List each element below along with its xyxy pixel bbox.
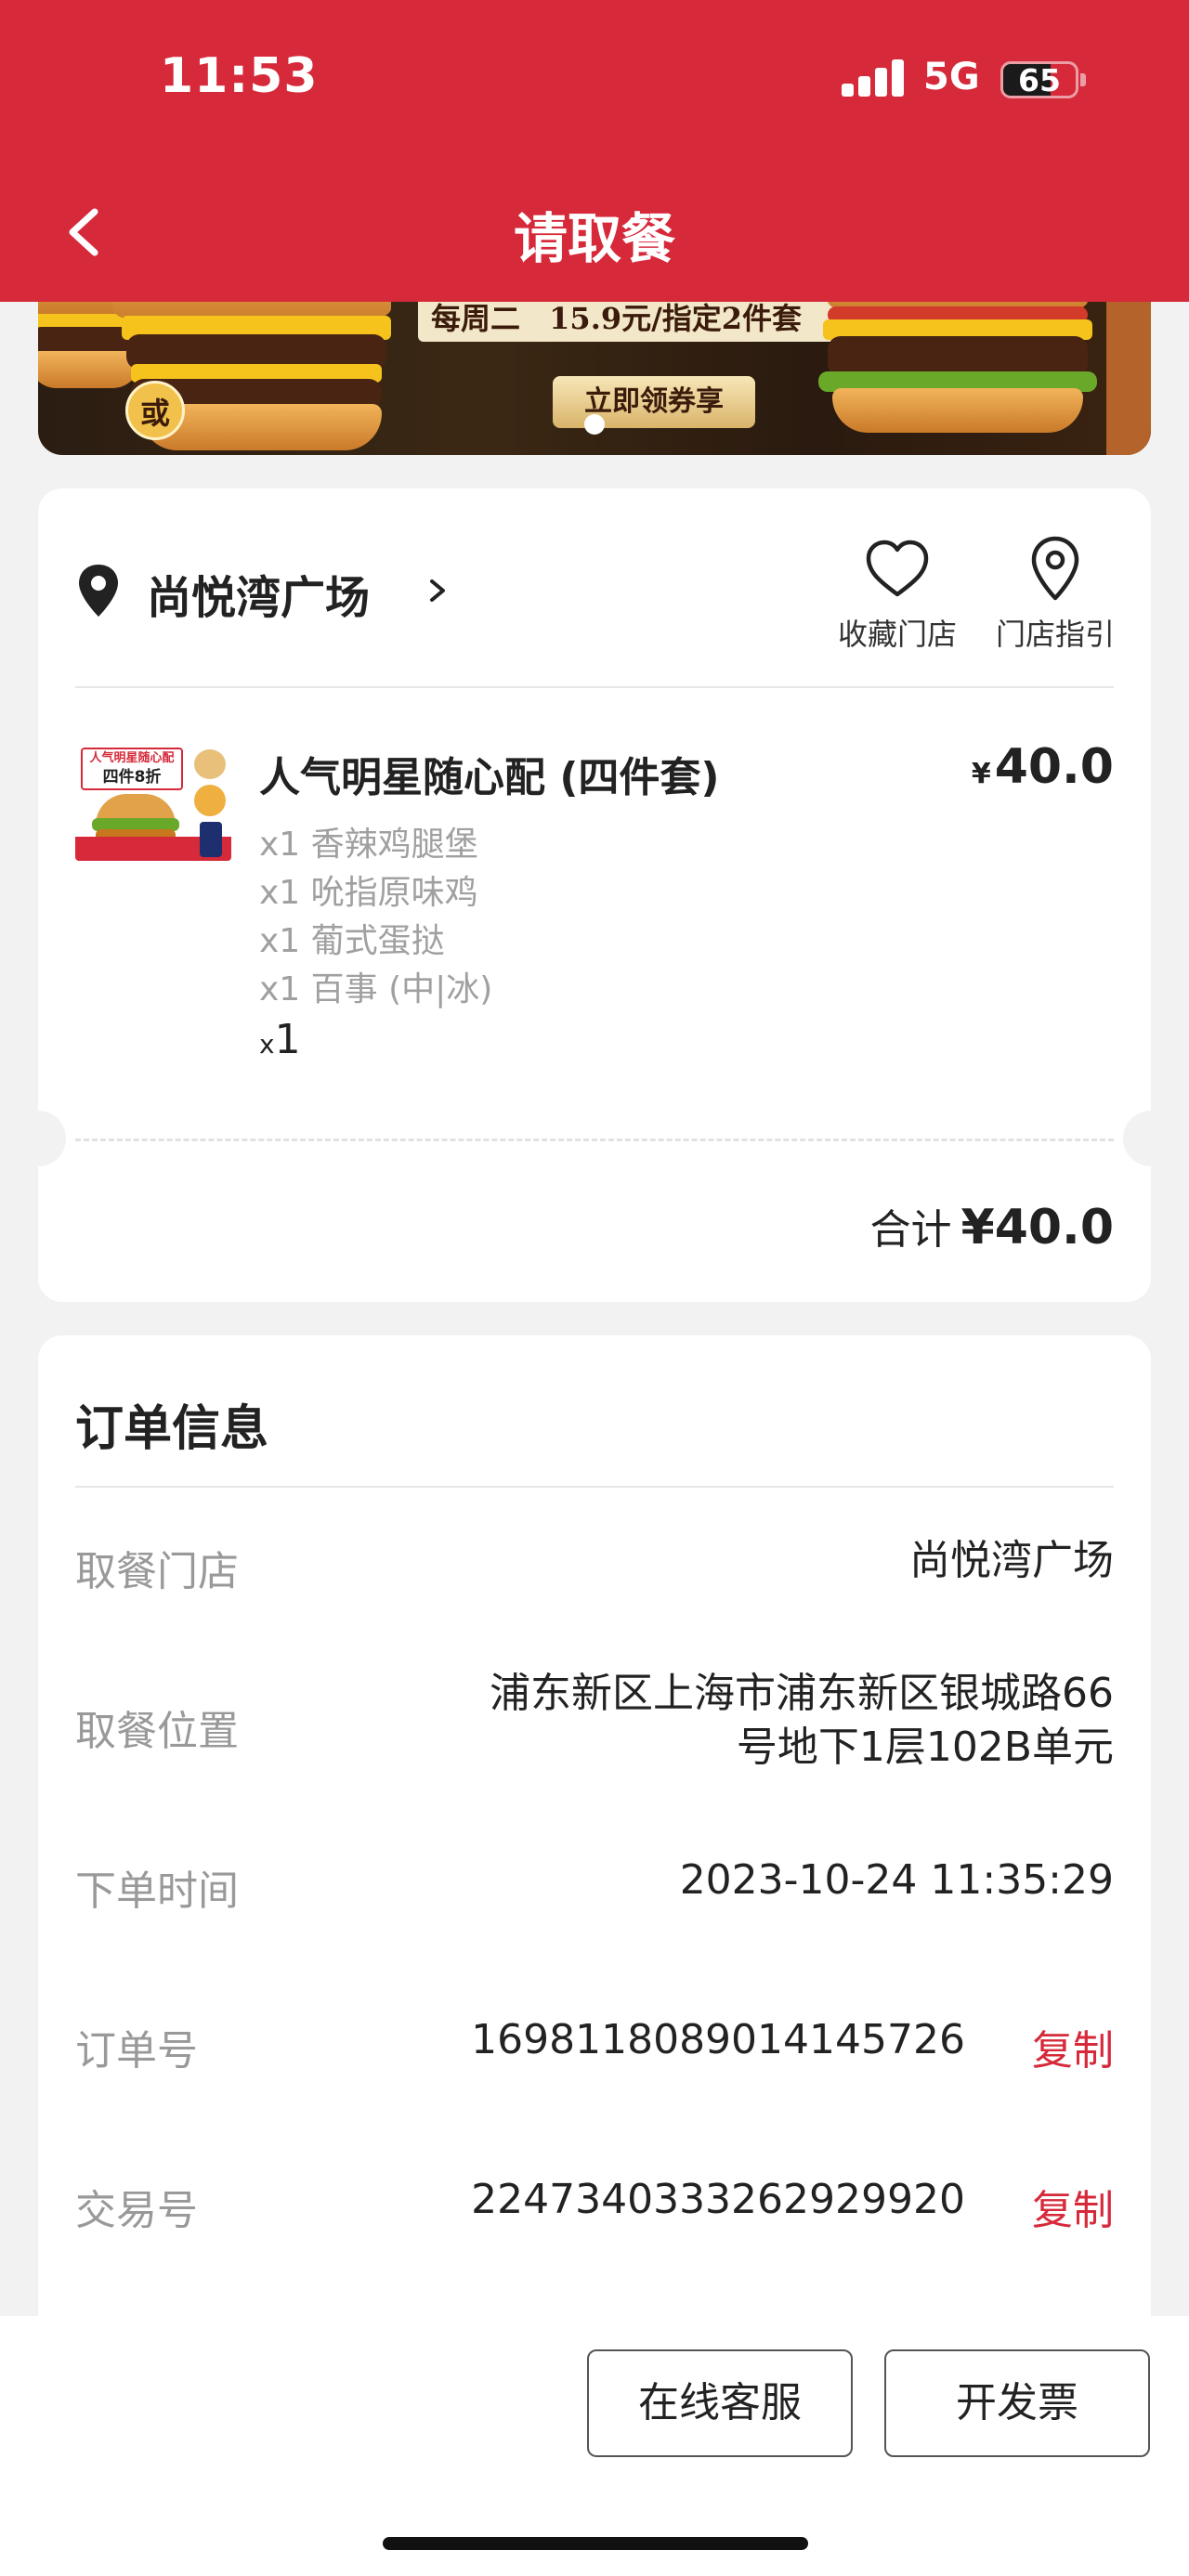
product-item: x1 百事 (中|冰) (259, 970, 493, 1008)
location-pin-icon (79, 565, 118, 617)
product-image-text-main: 四件8折 (102, 768, 162, 787)
favorite-store-label: 收藏门店 (837, 617, 957, 652)
pickup-location-line1: 浦东新区上海市浦东新区银城路66 (490, 1670, 1114, 1717)
product-item: x1 吮指原味鸡 (259, 874, 478, 912)
order-info-title: 订单信息 (75, 1401, 269, 1457)
ticket-notch-right (1123, 1111, 1179, 1166)
total-amount: ¥40.0 (960, 1200, 1114, 1255)
favorite-store-button[interactable]: 收藏门店 (818, 533, 976, 654)
currency-symbol: ¥ (971, 758, 991, 790)
promo-price: 15.9元/指定2件套 (549, 301, 803, 336)
promo-banner[interactable]: 或 每周二 15.9元/指定2件套 立即领券享 (38, 279, 1151, 455)
copy-transaction-number-button[interactable]: 复制 (1032, 2177, 1114, 2236)
product-item: x1 香辣鸡腿堡 (259, 826, 478, 864)
store-order-card: 尚悦湾广场 收藏门店 门店指引 人气明星随心配 四件8折 人气明星随心配 (四件… (10, 488, 1179, 1302)
status-time: 11:53 (160, 48, 319, 104)
promo-text: 每周二 15.9元/指定2件套 (418, 295, 864, 342)
invoice-button[interactable]: 开发票 (884, 2349, 1150, 2457)
product-image: 人气明星随心配 四件8折 (75, 744, 231, 861)
signal-icon (842, 58, 905, 97)
transaction-number-label: 交易号 (75, 2187, 198, 2234)
order-time-label: 下单时间 (75, 1867, 239, 1915)
product-name: 人气明星随心配 (四件套) (259, 754, 720, 801)
network-type: 5G (923, 56, 980, 98)
order-number-value: 1698118089014145726 (471, 2016, 965, 2063)
divider (75, 1486, 1114, 1488)
location-outline-icon (1031, 536, 1079, 601)
battery-level: 65 (1018, 62, 1061, 98)
order-total: 合计 ¥40.0 (870, 1196, 1114, 1255)
battery-tip (1080, 73, 1086, 86)
promo-prefix: 每周二 (431, 301, 521, 336)
product-image-text-top: 人气明星随心配 (89, 751, 175, 765)
store-guide-button[interactable]: 门店指引 (976, 533, 1134, 654)
pickup-store-value: 尚悦湾广场 (909, 1537, 1114, 1584)
product-item: x1 葡式蛋挞 (259, 922, 445, 960)
carousel-dot (584, 414, 605, 435)
product-price: ¥40.0 (972, 739, 1114, 795)
promo-cta-button[interactable]: 立即领券享 (553, 376, 755, 428)
or-badge: 或 (125, 381, 185, 440)
burger-image-left (38, 279, 410, 455)
total-label: 合计 (869, 1206, 952, 1254)
order-number-label: 订单号 (75, 2027, 198, 2075)
order-time-value: 2023-10-24 11:35:29 (679, 1856, 1114, 1904)
home-indicator[interactable] (383, 2537, 808, 2550)
app-header: 11:53 5G 65 请取餐 (0, 0, 1189, 302)
quantity-prefix: x (259, 1029, 275, 1060)
transaction-number-value: 2247340333262929920 (471, 2176, 965, 2223)
pickup-location-label: 取餐位置 (75, 1708, 239, 1755)
ticket-notch-left (10, 1111, 66, 1166)
chevron-right-icon (430, 579, 445, 602)
divider (75, 686, 1114, 688)
copy-order-number-button[interactable]: 复制 (1032, 2017, 1114, 2076)
store-name: 尚悦湾广场 (147, 572, 371, 624)
price-value: 40.0 (994, 739, 1114, 795)
battery-icon: 65 (1000, 61, 1078, 98)
burger-image-right (800, 279, 1151, 455)
pickup-location-line2: 号地下1层102B单元 (736, 1724, 1114, 1771)
pickup-location-value: 浦东新区上海市浦东新区银城路66 号地下1层102B单元 (490, 1667, 1114, 1775)
pickup-store-label: 取餐门店 (75, 1548, 239, 1595)
page-title: 请取餐 (513, 207, 675, 270)
product-quantity: x1 (259, 1016, 301, 1063)
online-service-button[interactable]: 在线客服 (587, 2349, 853, 2457)
quantity-value: 1 (274, 1016, 301, 1063)
heart-icon (866, 540, 929, 597)
product-image-tag: 人气明星随心配 四件8折 (81, 748, 183, 790)
store-guide-label: 门店指引 (995, 617, 1115, 652)
dashed-divider (75, 1138, 1114, 1141)
product-items: x1 香辣鸡腿堡 x1 吮指原味鸡 x1 葡式蛋挞 x1 百事 (中|冰) (259, 821, 492, 1014)
